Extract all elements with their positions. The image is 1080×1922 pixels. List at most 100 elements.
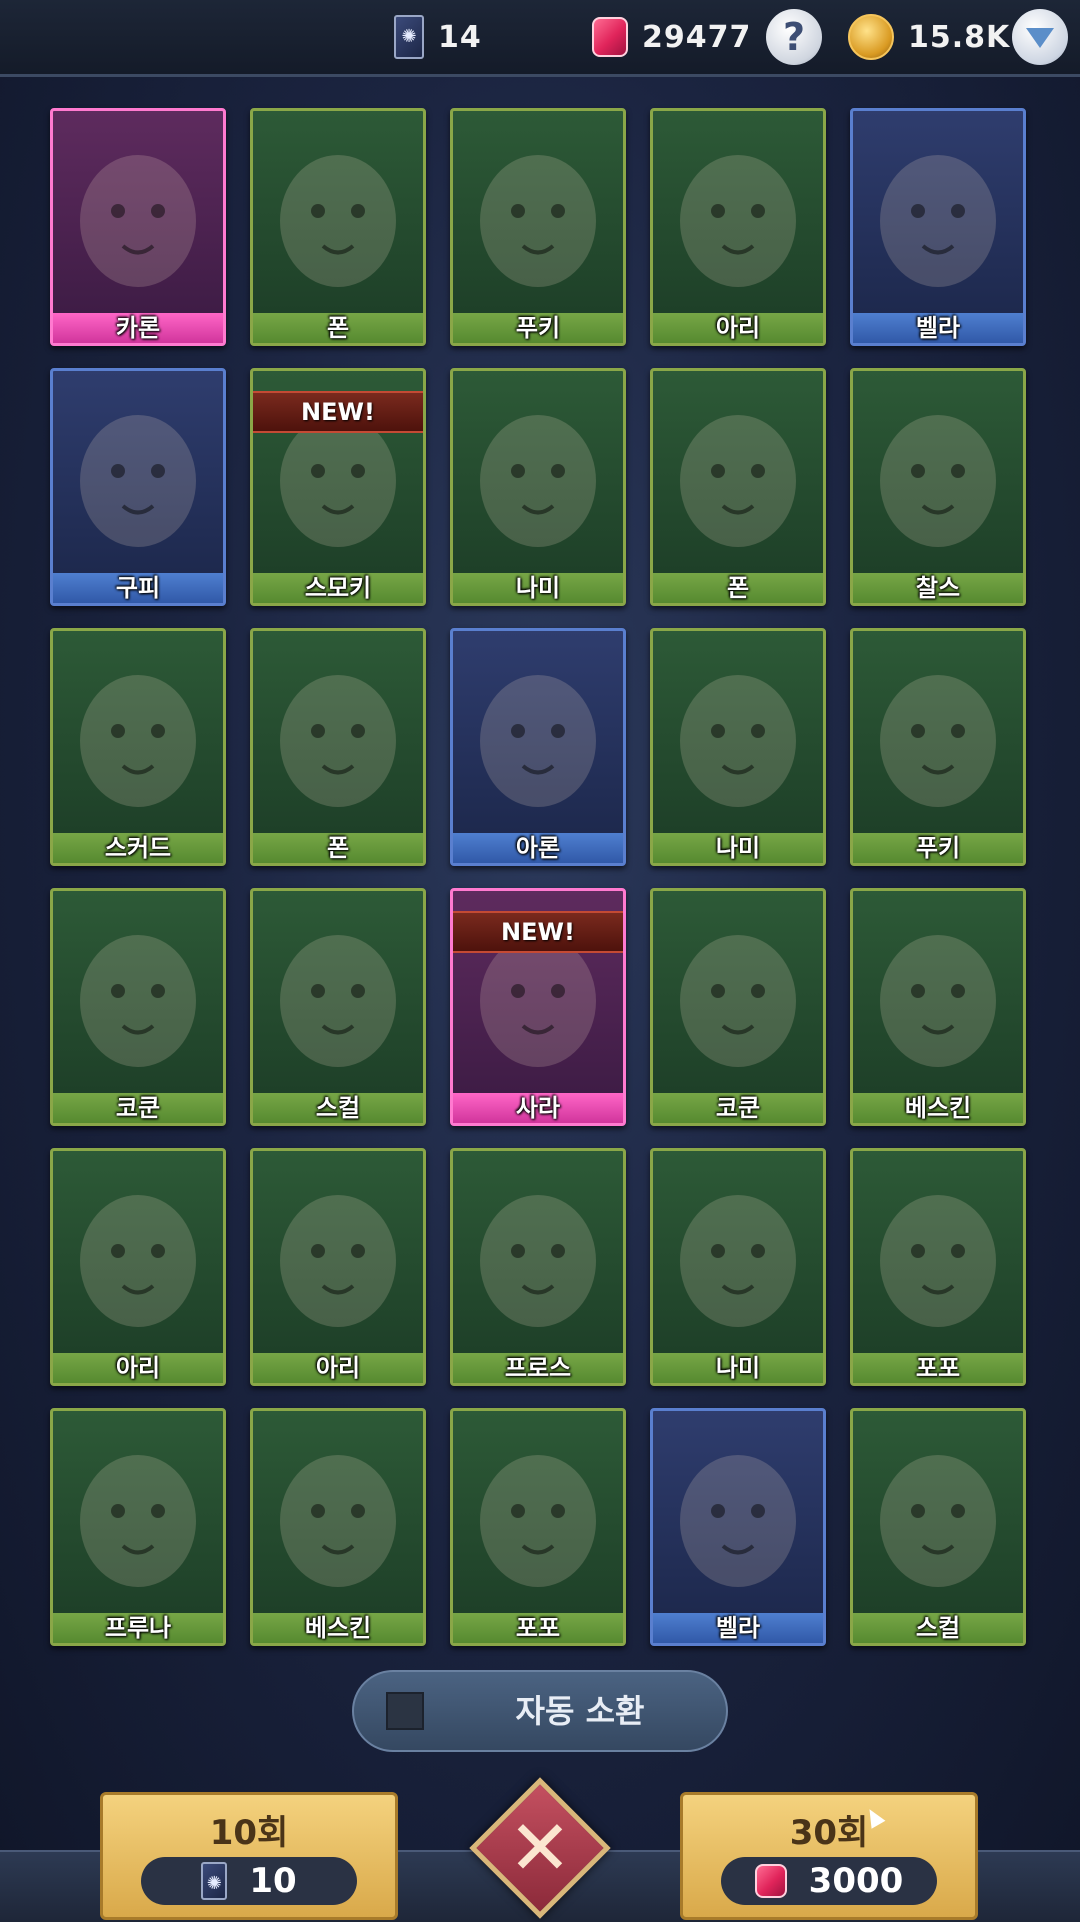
summon-30-title: 30회 bbox=[789, 1813, 869, 1853]
top-resource-bar: 14 29477 ? 15.8K bbox=[0, 0, 1080, 77]
hero-portrait bbox=[653, 891, 823, 1095]
hero-card[interactable]: 푸키 bbox=[850, 628, 1026, 866]
hero-card[interactable]: 아리 bbox=[50, 1148, 226, 1386]
hero-name: 폰 bbox=[253, 313, 423, 343]
hero-card[interactable]: 폰 bbox=[650, 368, 826, 606]
hero-portrait bbox=[53, 631, 223, 835]
new-badge: NEW! bbox=[253, 391, 423, 433]
summon-ticket-icon bbox=[201, 1862, 228, 1900]
hero-name: 스커드 bbox=[53, 833, 223, 863]
close-icon[interactable]: ✕ bbox=[470, 1778, 610, 1918]
hero-name: 찰스 bbox=[853, 573, 1023, 603]
hero-card[interactable]: 포포 bbox=[850, 1148, 1026, 1386]
gem-icon bbox=[592, 17, 628, 57]
hero-portrait bbox=[253, 891, 423, 1095]
gem-count: 29477 bbox=[642, 19, 752, 55]
hero-name: 프로스 bbox=[453, 1353, 623, 1383]
hero-portrait bbox=[53, 1151, 223, 1355]
hero-portrait bbox=[453, 1151, 623, 1355]
hero-card[interactable]: 찰스 bbox=[850, 368, 1026, 606]
summon-10-button[interactable]: 10회 10 bbox=[100, 1792, 398, 1920]
ticket-counter: 14 bbox=[394, 0, 482, 74]
hero-card[interactable]: 아론 bbox=[450, 628, 626, 866]
hero-name: 폰 bbox=[253, 833, 423, 863]
hero-portrait bbox=[653, 1411, 823, 1615]
gold-counter: 15.8K bbox=[848, 0, 1010, 74]
hero-card[interactable]: 베스킨 bbox=[850, 888, 1026, 1126]
hero-card[interactable]: 벨라 bbox=[650, 1408, 826, 1646]
hero-card[interactable]: NEW! 스모키 bbox=[250, 368, 426, 606]
hero-card[interactable]: 스커드 bbox=[50, 628, 226, 866]
close-button[interactable]: ✕ bbox=[469, 1777, 611, 1919]
new-badge: NEW! bbox=[453, 911, 623, 953]
hero-card[interactable]: 프루나 bbox=[50, 1408, 226, 1646]
hero-name: 사라 bbox=[453, 1093, 623, 1123]
ticket-count: 14 bbox=[438, 19, 482, 55]
summon-30-button[interactable]: 30회 3000 bbox=[680, 1792, 978, 1920]
hero-name: 베스킨 bbox=[853, 1093, 1023, 1123]
hero-portrait bbox=[853, 1411, 1023, 1615]
hero-name: 카론 bbox=[53, 313, 223, 343]
hero-portrait bbox=[53, 111, 223, 315]
hero-portrait bbox=[653, 111, 823, 315]
hero-card[interactable]: 포포 bbox=[450, 1408, 626, 1646]
hero-card[interactable]: 코쿤 bbox=[650, 888, 826, 1126]
hero-card[interactable]: 나미 bbox=[650, 628, 826, 866]
hero-name: 포포 bbox=[453, 1613, 623, 1643]
hero-card[interactable]: 카론 bbox=[50, 108, 226, 346]
summon-30-cost-value: 3000 bbox=[808, 1861, 904, 1901]
summon-10-title: 10회 bbox=[209, 1813, 289, 1853]
auto-summon-checkbox[interactable] bbox=[386, 1692, 424, 1730]
hero-card[interactable]: 폰 bbox=[250, 108, 426, 346]
hero-card[interactable]: 나미 bbox=[450, 368, 626, 606]
hero-card[interactable]: 베스킨 bbox=[250, 1408, 426, 1646]
hero-name: 푸키 bbox=[853, 833, 1023, 863]
hero-portrait bbox=[253, 1151, 423, 1355]
hero-name: 구피 bbox=[53, 573, 223, 603]
gem-counter: 29477 bbox=[592, 0, 751, 74]
gold-count: 15.8K bbox=[908, 19, 1011, 55]
hero-name: 아리 bbox=[653, 313, 823, 343]
chevron-down-icon[interactable] bbox=[1012, 9, 1068, 65]
hero-name: 아론 bbox=[453, 833, 623, 863]
dropdown-menu-button[interactable] bbox=[1012, 0, 1068, 74]
gold-coin-icon bbox=[848, 14, 894, 60]
hero-name: 아리 bbox=[53, 1353, 223, 1383]
auto-summon-toggle[interactable]: 자동 소환 bbox=[352, 1670, 728, 1752]
hero-card[interactable]: 아리 bbox=[650, 108, 826, 346]
hero-name: 코쿤 bbox=[53, 1093, 223, 1123]
summon-10-cost-value: 10 bbox=[249, 1861, 297, 1901]
hero-portrait bbox=[453, 111, 623, 315]
gem-icon bbox=[754, 1864, 787, 1898]
hero-card[interactable]: 프로스 bbox=[450, 1148, 626, 1386]
hero-name: 나미 bbox=[453, 573, 623, 603]
hero-portrait bbox=[653, 371, 823, 575]
summon-result-grid: 카론 폰 푸키 아리 벨라 구피 NEW! 스모키 나미 폰 찰스 스커드 폰 아론 나미 푸키 코쿤 스컬 NEW… bbox=[50, 108, 1030, 1648]
hero-name: 스컬 bbox=[853, 1613, 1023, 1643]
hero-name: 아리 bbox=[253, 1353, 423, 1383]
hero-portrait bbox=[853, 891, 1023, 1095]
hero-card[interactable]: 스컬 bbox=[850, 1408, 1026, 1646]
hero-portrait bbox=[253, 1411, 423, 1615]
hero-portrait bbox=[253, 111, 423, 315]
summon-ticket-icon bbox=[394, 15, 424, 59]
help-button[interactable]: ? bbox=[766, 0, 822, 74]
hero-card[interactable]: 벨라 bbox=[850, 108, 1026, 346]
hero-card[interactable]: 구피 bbox=[50, 368, 226, 606]
hero-portrait bbox=[53, 891, 223, 1095]
hero-card[interactable]: 푸키 bbox=[450, 108, 626, 346]
hero-card[interactable]: 나미 bbox=[650, 1148, 826, 1386]
hero-name: 나미 bbox=[653, 833, 823, 863]
help-icon[interactable]: ? bbox=[766, 9, 822, 65]
hero-name: 벨라 bbox=[653, 1613, 823, 1643]
hero-name: 베스킨 bbox=[253, 1613, 423, 1643]
hero-card[interactable]: 코쿤 bbox=[50, 888, 226, 1126]
hero-name: 벨라 bbox=[853, 313, 1023, 343]
hero-card[interactable]: NEW! 사라 bbox=[450, 888, 626, 1126]
hero-card[interactable]: 아리 bbox=[250, 1148, 426, 1386]
hero-portrait bbox=[853, 631, 1023, 835]
hero-portrait bbox=[653, 1151, 823, 1355]
hero-card[interactable]: 폰 bbox=[250, 628, 426, 866]
hero-card[interactable]: 스컬 bbox=[250, 888, 426, 1126]
hero-name: 푸키 bbox=[453, 313, 623, 343]
